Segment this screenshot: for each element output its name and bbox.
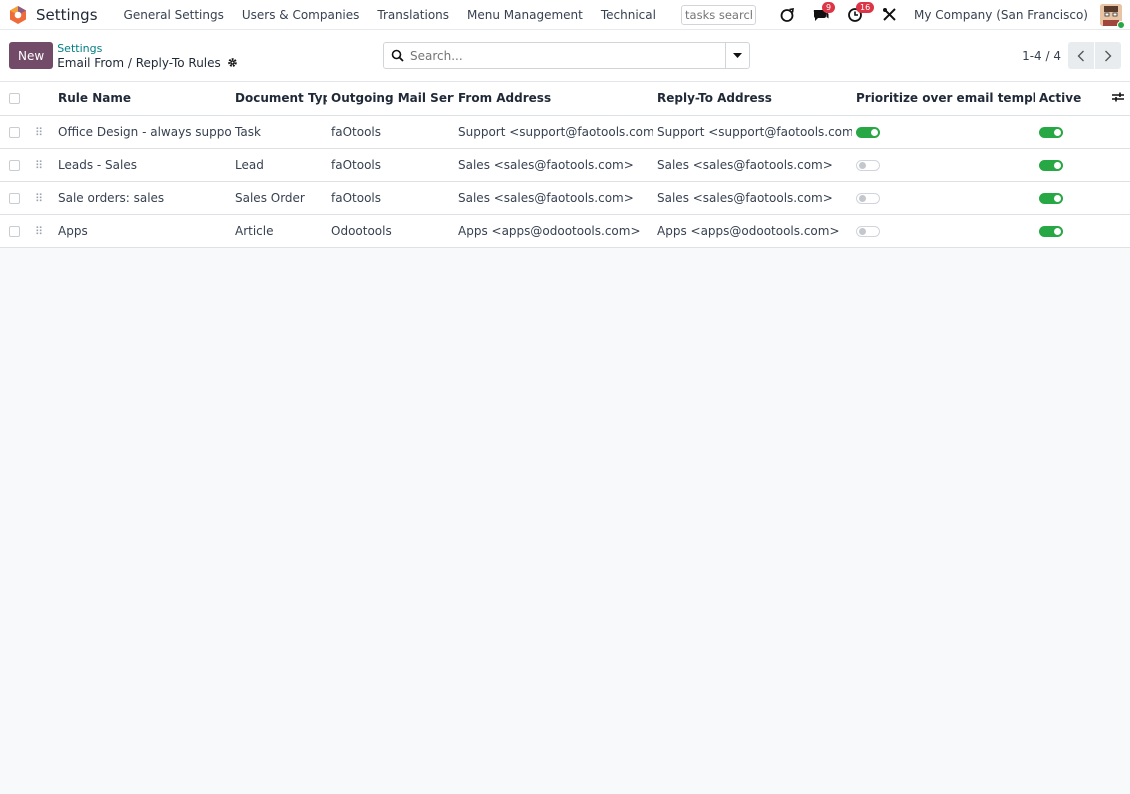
pager-previous-button[interactable] bbox=[1068, 42, 1094, 69]
optional-columns-toggle-icon[interactable] bbox=[1112, 92, 1124, 102]
row-checkbox[interactable] bbox=[9, 126, 20, 138]
select-all-checkbox[interactable] bbox=[9, 93, 20, 105]
cell-reply-to-address: Sales <sales@faotools.com> bbox=[653, 181, 852, 215]
app-name[interactable]: Settings bbox=[36, 6, 98, 24]
column-header-rule-name[interactable]: Rule Name bbox=[54, 82, 231, 116]
cell-from-address: Sales <sales@faotools.com> bbox=[454, 148, 653, 182]
rules-list-table: Rule Name Document Type Outgoing Mail Se… bbox=[0, 82, 1130, 248]
menu-translations[interactable]: Translations bbox=[368, 8, 458, 22]
top-navbar: Settings General Settings Users & Compan… bbox=[0, 0, 1130, 30]
menu-menu-management[interactable]: Menu Management bbox=[458, 8, 592, 22]
cell-reply-to-address: Support <support@faotools.com> bbox=[653, 115, 852, 149]
table-header-row: Rule Name Document Type Outgoing Mail Se… bbox=[0, 82, 1130, 116]
menu-technical[interactable]: Technical bbox=[592, 8, 665, 22]
toggle-knob bbox=[1054, 227, 1061, 235]
cell-mail-server: Odootools bbox=[327, 214, 454, 248]
table-row[interactable]: ⠿ Leads - Sales Lead faOtools Sales <sal… bbox=[0, 148, 1130, 182]
activities-clock-icon[interactable]: 16 bbox=[842, 1, 875, 26]
table-row[interactable]: ⠿ Sale orders: sales Sales Order faOtool… bbox=[0, 181, 1130, 215]
active-toggle[interactable] bbox=[1039, 126, 1063, 138]
cell-document-type: Task bbox=[231, 115, 327, 149]
caret-down-icon bbox=[733, 52, 742, 58]
cell-rule-name: Leads - Sales bbox=[54, 148, 231, 182]
prioritize-toggle[interactable] bbox=[856, 225, 880, 237]
messages-count-badge: 9 bbox=[822, 1, 836, 13]
breadcrumb-current: Email From / Reply-To Rules bbox=[57, 56, 238, 70]
cell-rule-name: Apps bbox=[54, 214, 231, 248]
breadcrumb-settings-link[interactable]: Settings bbox=[57, 42, 238, 56]
new-button[interactable]: New bbox=[9, 42, 54, 69]
cell-document-type: Article bbox=[231, 214, 327, 248]
column-header-reply-to-address[interactable]: Reply-To Address bbox=[653, 82, 852, 116]
toggle-knob bbox=[859, 161, 866, 169]
settings-app-logo-icon[interactable] bbox=[8, 5, 28, 25]
pager: 1-4 / 4 bbox=[1022, 42, 1121, 69]
drag-handle-icon[interactable]: ⠿ bbox=[35, 225, 43, 238]
breadcrumb: Settings Email From / Reply-To Rules bbox=[57, 42, 238, 70]
menu-users-companies[interactable]: Users & Companies bbox=[233, 8, 369, 22]
cell-from-address: Support <support@faotools.com> bbox=[454, 115, 653, 149]
toggle-knob bbox=[1054, 194, 1061, 202]
column-header-prioritize[interactable]: Prioritize over email templates bbox=[852, 82, 1035, 116]
navbar-systray: 9 16 My Company (San Francisco) bbox=[681, 1, 1125, 29]
column-header-from-address[interactable]: From Address bbox=[454, 82, 653, 116]
cell-from-address: Apps <apps@odootools.com> bbox=[454, 214, 653, 248]
toggle-knob bbox=[1054, 128, 1061, 136]
discuss-activity-icon[interactable] bbox=[774, 4, 800, 26]
cell-mail-server: faOtools bbox=[327, 181, 454, 215]
cell-mail-server: faOtools bbox=[327, 115, 454, 149]
active-toggle[interactable] bbox=[1039, 225, 1063, 237]
cell-reply-to-address: Apps <apps@odootools.com> bbox=[653, 214, 852, 248]
cell-reply-to-address: Sales <sales@faotools.com> bbox=[653, 148, 852, 182]
table-row[interactable]: ⠿ Apps Article Odootools Apps <apps@odoo… bbox=[0, 214, 1130, 248]
column-header-outgoing-mail-server[interactable]: Outgoing Mail Server bbox=[327, 82, 454, 116]
row-checkbox[interactable] bbox=[9, 159, 20, 171]
activities-count-badge: 16 bbox=[856, 1, 875, 13]
toggle-knob bbox=[1054, 161, 1061, 169]
debug-tools-icon[interactable] bbox=[876, 4, 902, 26]
cell-rule-name: Office Design - always support bbox=[54, 115, 231, 149]
column-header-active[interactable]: Active bbox=[1035, 82, 1112, 116]
toggle-knob bbox=[871, 128, 878, 136]
tasks-search-input[interactable] bbox=[681, 4, 757, 25]
chevron-right-icon bbox=[1105, 50, 1112, 61]
user-avatar[interactable] bbox=[1100, 3, 1125, 29]
prioritize-toggle[interactable] bbox=[856, 159, 880, 171]
drag-handle-icon[interactable]: ⠿ bbox=[35, 126, 43, 139]
menu-general-settings[interactable]: General Settings bbox=[115, 8, 233, 22]
main-menu: General Settings Users & Companies Trans… bbox=[115, 8, 665, 22]
gear-icon[interactable] bbox=[227, 57, 238, 68]
page-title: Email From / Reply-To Rules bbox=[57, 55, 221, 70]
pager-value[interactable]: 1-4 / 4 bbox=[1022, 49, 1061, 63]
user-online-status-icon bbox=[1117, 20, 1125, 29]
prioritize-toggle[interactable] bbox=[856, 192, 880, 204]
search-input[interactable] bbox=[410, 48, 725, 63]
cell-rule-name: Sale orders: sales bbox=[54, 181, 231, 215]
toggle-knob bbox=[859, 194, 866, 202]
cell-document-type: Lead bbox=[231, 148, 327, 182]
search-bar bbox=[383, 42, 750, 69]
chevron-left-icon bbox=[1077, 50, 1084, 61]
cell-from-address: Sales <sales@faotools.com> bbox=[454, 181, 653, 215]
pager-next-button[interactable] bbox=[1095, 42, 1121, 69]
search-icon bbox=[384, 49, 410, 62]
control-panel: New Settings Email From / Reply-To Rules… bbox=[0, 30, 1130, 82]
column-header-document-type[interactable]: Document Type bbox=[231, 82, 327, 116]
table-row[interactable]: ⠿ Office Design - always support Task fa… bbox=[0, 115, 1130, 149]
prioritize-toggle[interactable] bbox=[856, 126, 880, 138]
search-options-toggle[interactable] bbox=[725, 43, 749, 68]
row-checkbox[interactable] bbox=[9, 192, 20, 204]
company-switcher[interactable]: My Company (San Francisco) bbox=[914, 8, 1088, 22]
drag-handle-icon[interactable]: ⠿ bbox=[35, 192, 43, 205]
cell-document-type: Sales Order bbox=[231, 181, 327, 215]
row-checkbox[interactable] bbox=[9, 225, 20, 237]
drag-handle-icon[interactable]: ⠿ bbox=[35, 159, 43, 172]
active-toggle[interactable] bbox=[1039, 159, 1063, 171]
messages-icon[interactable]: 9 bbox=[808, 1, 836, 26]
cell-mail-server: faOtools bbox=[327, 148, 454, 182]
toggle-knob bbox=[859, 227, 866, 235]
active-toggle[interactable] bbox=[1039, 192, 1063, 204]
